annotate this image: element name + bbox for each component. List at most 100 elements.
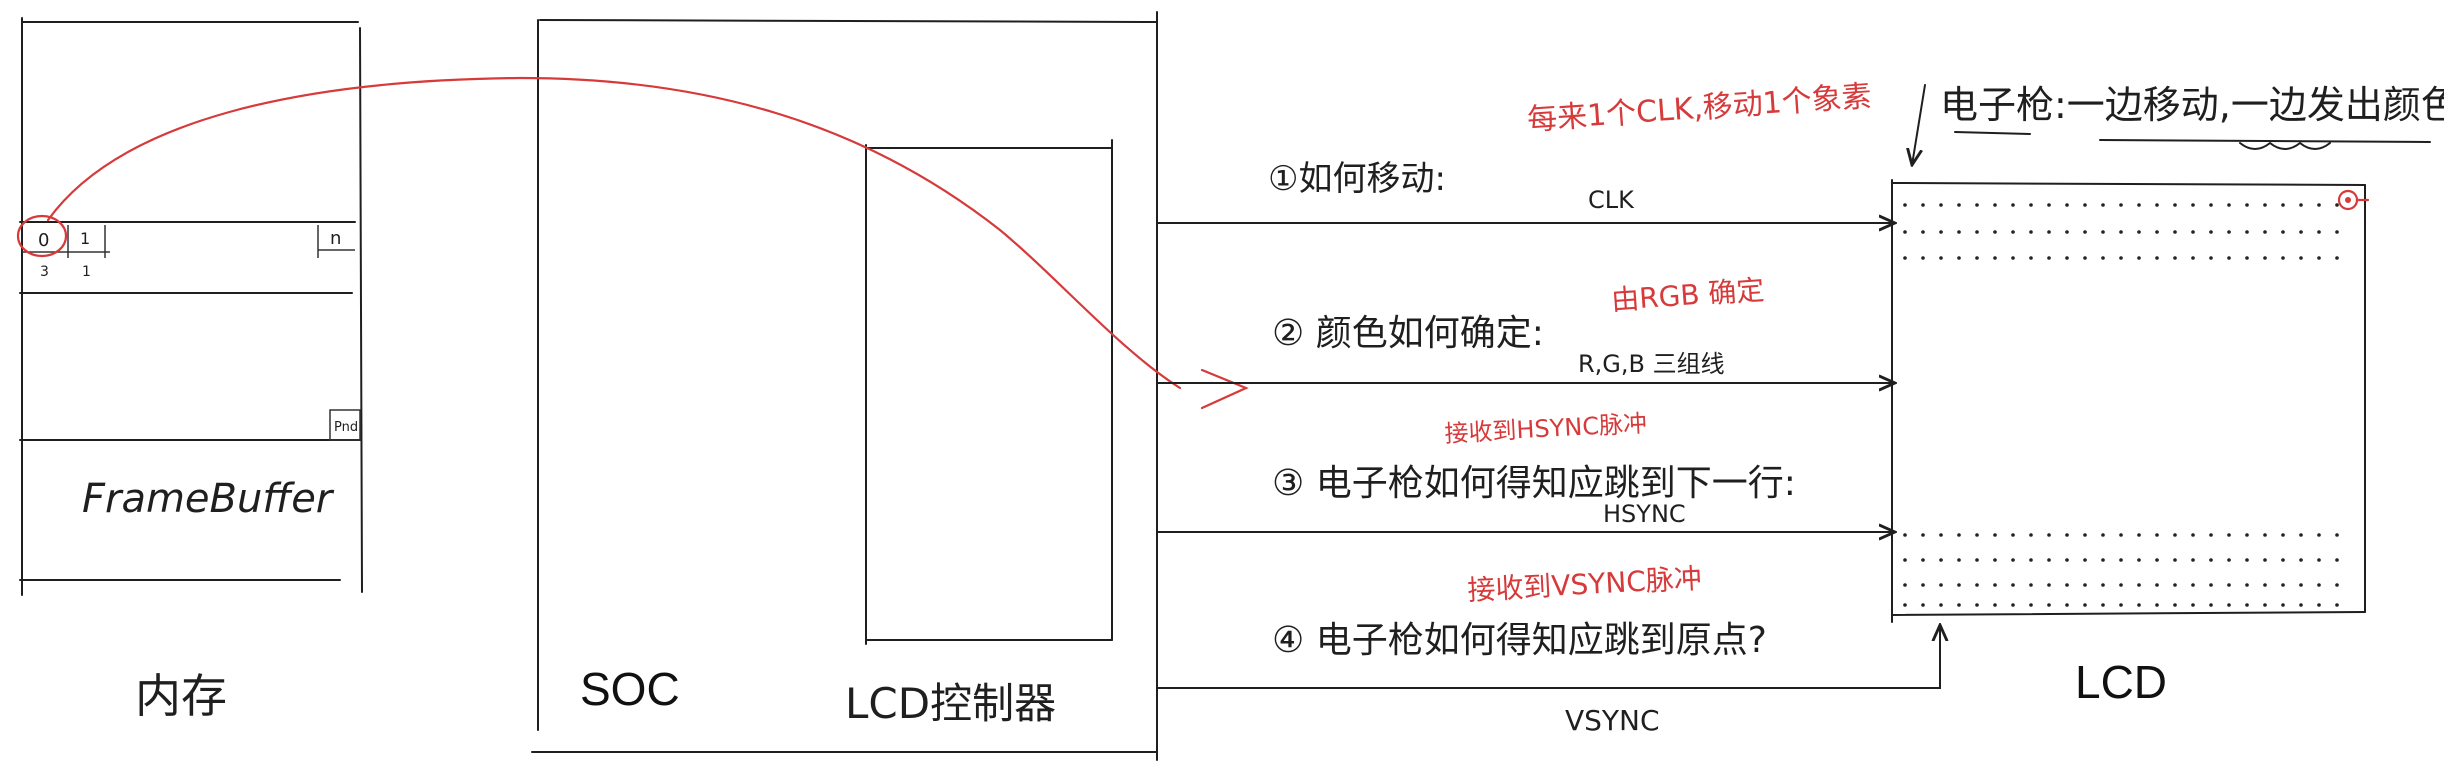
lcd-pixel-dot: [2335, 583, 2339, 587]
lcd-pixel-dot: [2227, 203, 2231, 207]
lcd-pixel-dot: [2281, 256, 2285, 260]
framebuffer-label: FrameBuffer: [82, 476, 335, 522]
cell-1-sublabel: 1: [82, 264, 91, 280]
lcd-pixel-dot: [2011, 558, 2015, 562]
lcd-pixel-dot: [2101, 558, 2105, 562]
lcd-panel: [1891, 179, 2366, 623]
lcd-pixel-dot: [1903, 558, 1907, 562]
lcd-pixel-dot: [2155, 603, 2159, 607]
lcd-pixel-dot: [2317, 603, 2321, 607]
lcd-pixel-dot: [2245, 533, 2249, 537]
lcd-label: LCD: [2075, 656, 2167, 708]
gun-note-underline-1: [1954, 131, 2031, 135]
lcd-pixel-dot: [2191, 603, 2195, 607]
lcd-pixel-dot: [2209, 603, 2213, 607]
lcd-pixel-dot: [2119, 558, 2123, 562]
lcd-pixel-dot: [2065, 603, 2069, 607]
lcd-pixel-dot: [2137, 203, 2141, 207]
lcd-pixel-dot: [2119, 533, 2123, 537]
lcd-pixel-dot: [2299, 256, 2303, 260]
lcd-pixel-dot: [2317, 533, 2321, 537]
lcd-pixel-dot: [1957, 203, 1961, 207]
soc-block: [531, 11, 1158, 761]
note-vsync: 接收到VSYNC脉冲: [1467, 562, 1703, 607]
lcd-pixel-dot: [2335, 603, 2339, 607]
lcd-pixel-dot: [1993, 603, 1997, 607]
lcd-pixel-dot: [2119, 203, 2123, 207]
lcd-pixel-dot: [2011, 203, 2015, 207]
lcd-pixel-dot: [2065, 256, 2069, 260]
cell-n-label: n: [330, 228, 341, 249]
lcd-pixel-dot: [1957, 256, 1961, 260]
lcd-pixel-dot: [2299, 603, 2303, 607]
lcd-pixel-dot: [1993, 533, 1997, 537]
lcd-pixel-dot: [2299, 230, 2303, 234]
lcd-pixel-dot: [2011, 230, 2015, 234]
lcd-pixel-dot: [2191, 533, 2195, 537]
lcd-pixel-dot: [2317, 203, 2321, 207]
lcd-pixel-dot: [1921, 583, 1925, 587]
lcd-pixel-dot: [2011, 603, 2015, 607]
lcd-pixel-dot: [1903, 230, 1907, 234]
lcd-pixel-dot: [2101, 583, 2105, 587]
lcd-pixel-dot: [1921, 533, 1925, 537]
lcd-pixel-dot: [1903, 603, 1907, 607]
lcd-pixel-dot: [2047, 583, 2051, 587]
lcd-pixel-dot: [2263, 558, 2267, 562]
signal-clk: CLK: [1588, 186, 1635, 214]
lcd-pixel-dot: [2083, 230, 2087, 234]
lcd-pixel-dot: [2209, 230, 2213, 234]
lcd-pixel-dot: [2155, 583, 2159, 587]
lcd-pixel-dot: [1975, 203, 1979, 207]
lcd-pixel-dot: [2209, 558, 2213, 562]
lcd-pixel-dot: [2029, 558, 2033, 562]
lcd-pixel-dot: [2119, 256, 2123, 260]
lcd-pixel-dot: [2101, 230, 2105, 234]
lcd-pixel-dot: [2155, 203, 2159, 207]
lcd-pixel-dot: [2227, 533, 2231, 537]
lcd-pixel-dot: [2119, 583, 2123, 587]
lcd-pixel-dot: [2281, 583, 2285, 587]
gun-note-underline-2: [2099, 139, 2431, 143]
lcd-pixel-dot: [2317, 558, 2321, 562]
gun-note-squiggle: [2239, 141, 2331, 150]
lcd-pixel-dot: [2011, 533, 2015, 537]
lcd-pixel-dot: [2281, 533, 2285, 537]
lcd-pixel-dot: [1975, 603, 1979, 607]
lcd-pixel-dot: [2335, 203, 2339, 207]
lcd-pixel-dot: [2191, 230, 2195, 234]
lcd-pixel-dot: [2047, 603, 2051, 607]
lcd-pixel-dot: [2047, 256, 2051, 260]
lcd-pixel-dot: [2083, 558, 2087, 562]
lcd-pixel-dot: [2209, 256, 2213, 260]
lcd-pixel-dot: [2155, 558, 2159, 562]
lcd-controller-label: LCD控制器: [845, 679, 1056, 728]
lcd-pixel-dot: [2317, 230, 2321, 234]
lcd-pixel-dot: [2281, 203, 2285, 207]
framebuffer-to-controller-arrow: [46, 76, 1182, 390]
lcd-pixel-dot: [2317, 583, 2321, 587]
framebuffer-to-controller-arrowhead: [1200, 368, 1249, 410]
lcd-pixel-dots: [1903, 203, 2339, 607]
lcd-pixel-dot: [2137, 256, 2141, 260]
lcd-pixel-dot: [1975, 558, 1979, 562]
lcd-pixel-dot: [1939, 603, 1943, 607]
lcd-pixel-dot: [2245, 558, 2249, 562]
question-4: ④ 电子枪如何得知应跳到原点?: [1272, 620, 1767, 661]
lcd-pixel-dot: [1903, 583, 1907, 587]
lcd-pixel-dot: [1939, 558, 1943, 562]
lcd-pixel-dot: [1975, 230, 1979, 234]
lcd-pixel-dot: [2137, 558, 2141, 562]
lcd-pixel-dot: [2263, 533, 2267, 537]
question-1: ①如何移动:: [1268, 159, 1446, 199]
lcd-pixel-dot: [1975, 256, 1979, 260]
memory-label: 内存: [135, 669, 227, 723]
lcd-pixel-dot: [1939, 583, 1943, 587]
lcd-pixel-dot: [2227, 256, 2231, 260]
lcd-pixel-dot: [1993, 558, 1997, 562]
lcd-pixel-dot: [1957, 558, 1961, 562]
lcd-pixel-dot: [1993, 256, 1997, 260]
lcd-pixel-dot: [2299, 533, 2303, 537]
lcd-pixel-dot: [2173, 230, 2177, 234]
note-rgb: 由RGB 确定: [1610, 273, 1765, 317]
